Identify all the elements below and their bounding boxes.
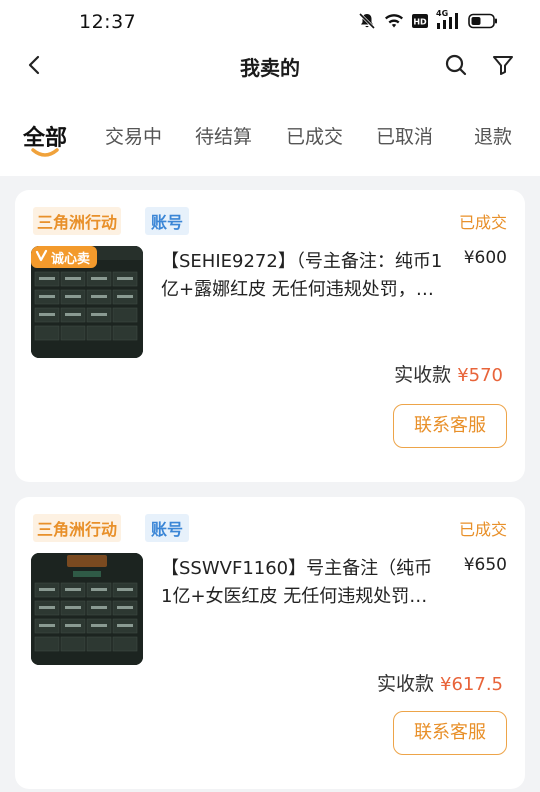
contact-service-button[interactable]: 联系客服 [393, 404, 507, 448]
listing-price: ¥650 [463, 555, 507, 575]
mute-bell-icon [358, 12, 376, 30]
product-thumbnail[interactable] [31, 553, 143, 665]
status-bar: 12:37 HD 4G [0, 0, 540, 44]
listing-description: 【SSWVF1160】号主备注（纯币1亿+女医红皮 无任何违规处罚记录，可放心购… [161, 558, 433, 607]
received-label: 实收款 [376, 673, 434, 695]
search-icon[interactable] [443, 52, 469, 78]
order-tabs: 全部 交易中 待结算 已成交 已取消 退款 [0, 116, 540, 166]
contact-service-button[interactable]: 联系客服 [393, 711, 507, 755]
game-tag: 三角洲行动 [33, 207, 122, 235]
received-amount-row: 实收款 ¥617.5 [377, 669, 503, 696]
received-label: 实收款 [394, 364, 452, 386]
status-icons: HD 4G [358, 9, 498, 30]
sincere-sell-badge: 诚心卖 [51, 252, 91, 267]
listing-description: 【SEHIE9272】（号主备注：纯币1亿+露娜红皮 无任何违规处罚，可放心购买 [161, 251, 443, 300]
inventory-screenshot-image [31, 553, 143, 665]
tab-active-indicator [31, 148, 59, 157]
tab-refund[interactable]: 退款 [474, 122, 512, 149]
nav-bar: 我卖的 [0, 44, 540, 86]
tab-pending-settlement[interactable]: 待结算 [195, 122, 252, 149]
tab-completed[interactable]: 已成交 [286, 122, 343, 149]
received-amount: ¥617.5 [440, 674, 503, 695]
product-thumbnail[interactable]: 诚心卖 [31, 246, 143, 358]
tab-trading[interactable]: 交易中 [105, 122, 162, 149]
filter-icon[interactable] [490, 52, 516, 78]
order-card[interactable]: 三角洲行动 账号 已成交 诚心卖 【SEHIE9272】（号主备注：纯币1亿+露… [15, 190, 525, 482]
top-area: 12:37 HD 4G 我卖的 全部 交易中 待结算 已成交 已取消 退款 [0, 0, 540, 176]
signal-group: 4G [436, 9, 460, 30]
type-tag: 账号 [145, 207, 190, 235]
wifi-icon [385, 14, 403, 28]
cellular-signal-icon [437, 13, 458, 29]
hd-icon: HD [412, 14, 428, 28]
status-time: 12:37 [79, 11, 137, 33]
order-status: 已成交 [458, 213, 507, 232]
game-tag: 三角洲行动 [33, 514, 122, 542]
received-amount-row: 实收款 ¥570 [394, 360, 503, 387]
order-card[interactable]: 三角洲行动 账号 已成交 【SSWVF1160】号主备注（纯币1亿+女医红皮 无… [15, 497, 525, 789]
svg-text:HD: HD [413, 18, 427, 27]
received-amount: ¥570 [457, 365, 503, 386]
listing-price: ¥600 [463, 248, 507, 268]
type-tag: 账号 [145, 514, 190, 542]
tab-cancelled[interactable]: 已取消 [376, 122, 433, 149]
battery-icon [468, 13, 497, 29]
order-status: 已成交 [458, 520, 507, 539]
